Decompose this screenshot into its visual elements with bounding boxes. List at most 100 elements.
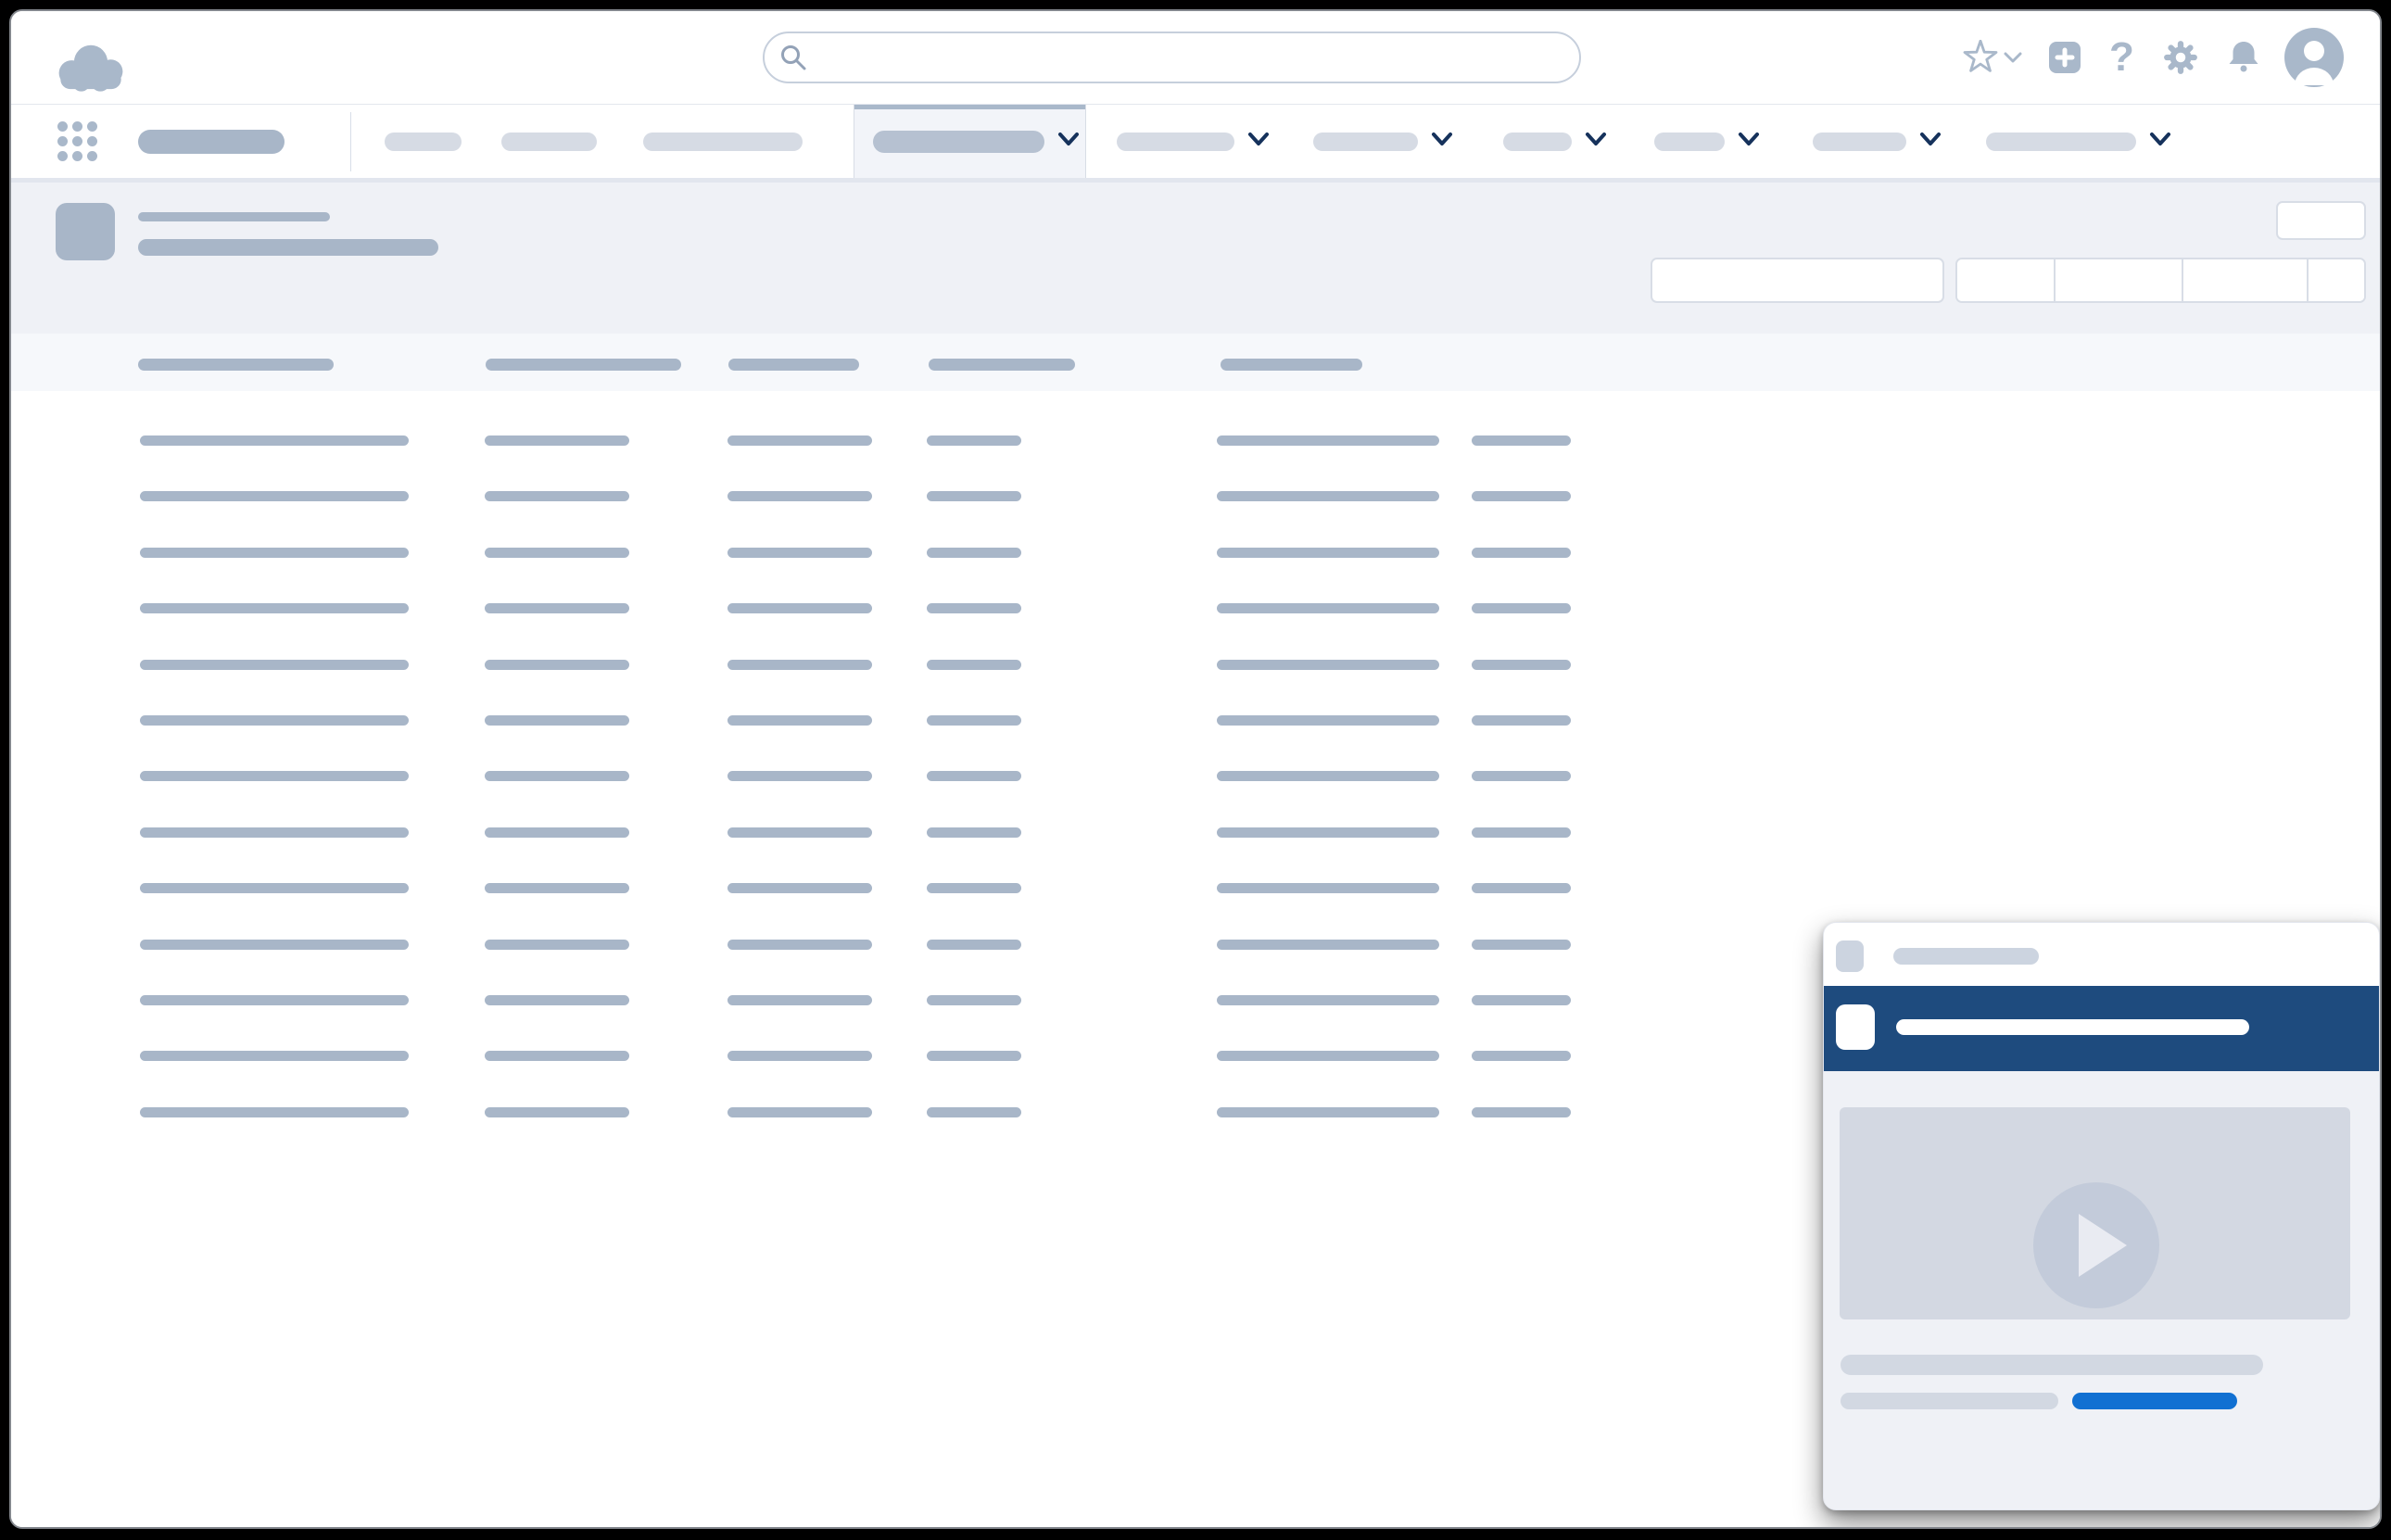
table-row[interactable] bbox=[11, 660, 2382, 670]
nav-tab-7[interactable] bbox=[1503, 105, 1607, 179]
nav-tab-1[interactable] bbox=[385, 105, 462, 179]
cell-skeleton bbox=[485, 883, 629, 893]
column-header-skeleton[interactable] bbox=[728, 359, 859, 371]
table-row[interactable] bbox=[11, 715, 2382, 726]
search-input[interactable] bbox=[763, 32, 1581, 83]
cell-skeleton bbox=[140, 1107, 409, 1117]
toolbar-button-1[interactable] bbox=[1957, 259, 2054, 301]
add-icon[interactable] bbox=[2048, 41, 2081, 74]
tab-chevron-icon[interactable] bbox=[1057, 132, 1080, 152]
cell-skeleton bbox=[927, 603, 1021, 613]
cell-skeleton bbox=[1472, 1051, 1571, 1061]
popup-action-bar[interactable] bbox=[2072, 1393, 2237, 1409]
tab-label-skeleton bbox=[385, 133, 462, 151]
cell-skeleton bbox=[140, 995, 409, 1005]
table-row[interactable] bbox=[11, 771, 2382, 781]
user-avatar[interactable] bbox=[2284, 28, 2344, 87]
favorites-star-icon[interactable] bbox=[1963, 40, 1998, 75]
nav-tab-10[interactable] bbox=[1986, 105, 2171, 179]
toolbar-button-2[interactable] bbox=[2054, 259, 2182, 301]
tab-label-skeleton bbox=[501, 133, 597, 151]
popup-caption-skeleton bbox=[1841, 1393, 2058, 1409]
play-button[interactable] bbox=[2033, 1182, 2159, 1308]
tab-chevron-icon[interactable] bbox=[1585, 132, 1607, 152]
cell-skeleton bbox=[1472, 883, 1571, 893]
nav-tab-8[interactable] bbox=[1654, 105, 1760, 179]
cell-skeleton bbox=[485, 1051, 629, 1061]
popup-panel-header bbox=[1824, 923, 2379, 986]
header-action-button[interactable] bbox=[2276, 201, 2366, 240]
tab-label-skeleton bbox=[643, 133, 803, 151]
table-row[interactable] bbox=[11, 603, 2382, 613]
column-header-skeleton[interactable] bbox=[1221, 359, 1362, 371]
cell-skeleton bbox=[1472, 491, 1571, 501]
cell-skeleton bbox=[727, 715, 872, 726]
cell-skeleton bbox=[140, 548, 409, 558]
table-row[interactable] bbox=[11, 548, 2382, 558]
cell-skeleton bbox=[485, 771, 629, 781]
cell-skeleton bbox=[1217, 771, 1439, 781]
table-row[interactable] bbox=[11, 491, 2382, 501]
column-header-skeleton[interactable] bbox=[929, 359, 1075, 371]
cell-skeleton bbox=[1472, 771, 1571, 781]
nav-tab-9[interactable] bbox=[1813, 105, 1942, 179]
column-header-skeleton[interactable] bbox=[138, 359, 334, 371]
play-icon bbox=[2079, 1214, 2127, 1277]
tab-chevron-icon[interactable] bbox=[2149, 132, 2171, 152]
cell-skeleton bbox=[927, 491, 1021, 501]
tab-label-skeleton bbox=[1986, 133, 2136, 151]
cell-skeleton bbox=[485, 715, 629, 726]
cell-skeleton bbox=[1217, 1107, 1439, 1117]
cell-skeleton bbox=[140, 603, 409, 613]
cell-skeleton bbox=[140, 435, 409, 446]
record-entity-icon bbox=[56, 203, 115, 260]
cell-skeleton bbox=[727, 435, 872, 446]
cell-skeleton bbox=[927, 1051, 1021, 1061]
list-search-box[interactable] bbox=[1651, 258, 1944, 303]
cell-skeleton bbox=[727, 660, 872, 670]
cell-skeleton bbox=[727, 771, 872, 781]
popup-item-title-skeleton bbox=[1893, 948, 2039, 965]
nav-tab-3[interactable] bbox=[643, 105, 803, 179]
cell-skeleton bbox=[140, 491, 409, 501]
nav-tab-5[interactable] bbox=[1117, 105, 1270, 179]
tab-chevron-icon[interactable] bbox=[1247, 132, 1270, 152]
cell-skeleton bbox=[485, 995, 629, 1005]
cell-skeleton bbox=[1472, 715, 1571, 726]
tab-label-skeleton bbox=[1503, 133, 1572, 151]
table-row[interactable] bbox=[11, 883, 2382, 893]
toolbar-button-4[interactable] bbox=[2307, 259, 2364, 301]
cell-skeleton bbox=[927, 548, 1021, 558]
cell-skeleton bbox=[927, 715, 1021, 726]
walkthrough-header bbox=[1824, 986, 2379, 1071]
tab-chevron-icon[interactable] bbox=[1738, 132, 1760, 152]
page-header bbox=[11, 183, 2382, 334]
search-icon bbox=[779, 44, 807, 71]
tab-chevron-icon[interactable] bbox=[1431, 132, 1453, 152]
help-icon[interactable]: ? bbox=[2109, 37, 2134, 78]
cell-skeleton bbox=[927, 940, 1021, 950]
column-header-skeleton[interactable] bbox=[486, 359, 681, 371]
nav-tab-4[interactable] bbox=[854, 105, 1086, 179]
cell-skeleton bbox=[485, 1107, 629, 1117]
cell-skeleton bbox=[727, 1051, 872, 1061]
cell-skeleton bbox=[1472, 940, 1571, 950]
table-row[interactable] bbox=[11, 827, 2382, 838]
video-placeholder bbox=[1840, 1107, 2350, 1319]
toolbar-button-3[interactable] bbox=[2182, 259, 2307, 301]
setup-gear-icon[interactable] bbox=[2162, 39, 2199, 76]
cell-skeleton bbox=[1217, 435, 1439, 446]
nav-tab-6[interactable] bbox=[1313, 105, 1453, 179]
cell-skeleton bbox=[1472, 435, 1571, 446]
cell-skeleton bbox=[140, 883, 409, 893]
nav-tab-2[interactable] bbox=[501, 105, 597, 179]
cell-skeleton bbox=[1217, 827, 1439, 838]
cell-skeleton bbox=[727, 827, 872, 838]
cell-skeleton bbox=[927, 771, 1021, 781]
notifications-bell-icon[interactable] bbox=[2227, 40, 2260, 75]
tab-chevron-icon[interactable] bbox=[1919, 132, 1942, 152]
cell-skeleton bbox=[927, 883, 1021, 893]
favorites-chevron-icon[interactable] bbox=[2004, 51, 2022, 64]
table-row[interactable] bbox=[11, 435, 2382, 446]
cell-skeleton bbox=[140, 660, 409, 670]
